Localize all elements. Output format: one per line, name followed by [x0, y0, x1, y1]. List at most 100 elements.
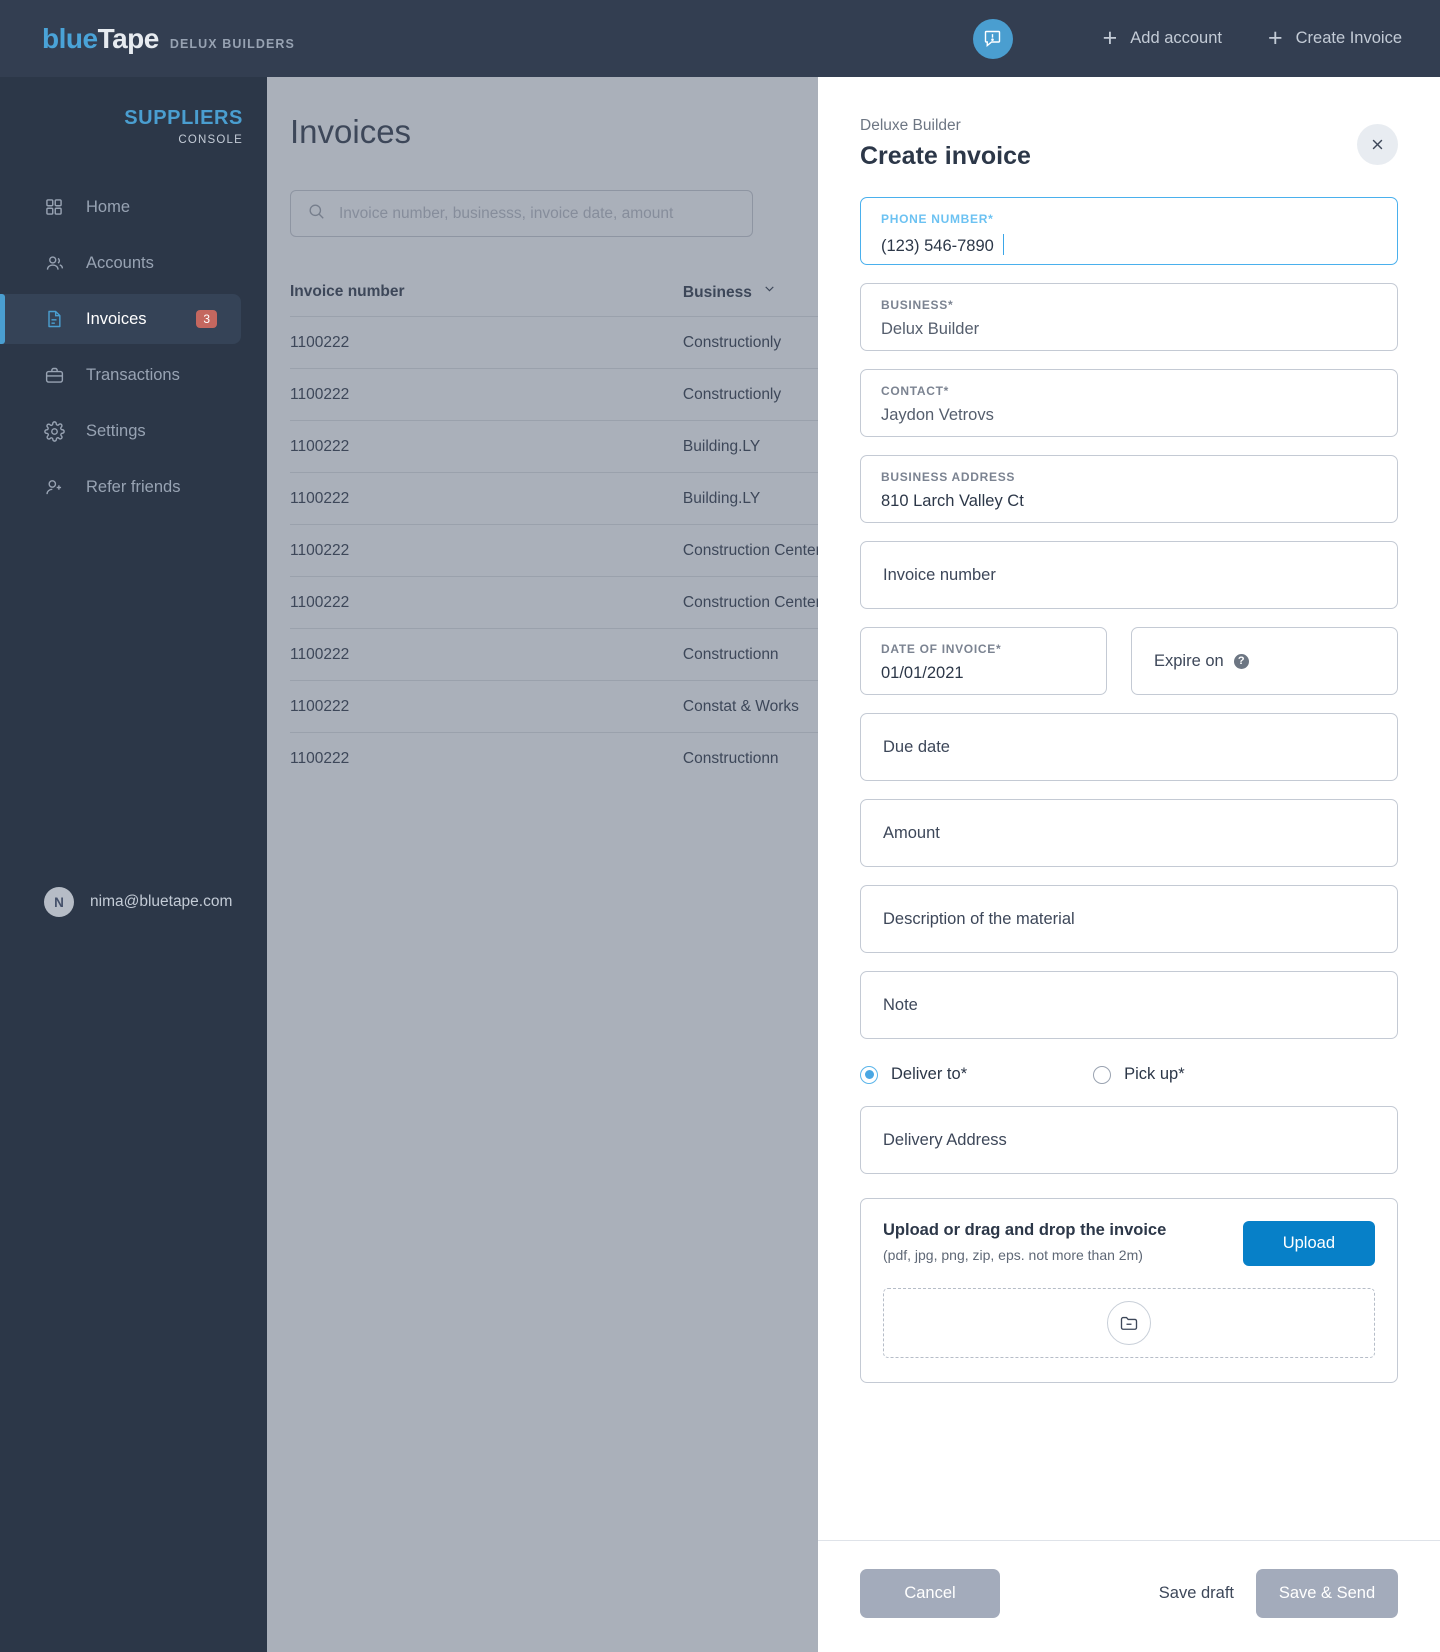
radio-label: Pick up* — [1124, 1065, 1185, 1083]
business-address-value: 810 Larch Valley Ct — [881, 492, 1024, 510]
user-plus-icon — [44, 476, 66, 498]
delivery-options: Deliver to* Pick up* — [860, 1065, 1398, 1084]
search-placeholder: Invoice number, businesss, invoice date,… — [339, 204, 674, 222]
column-invoice-number[interactable]: Invoice number — [290, 282, 448, 317]
invoice-number-field[interactable]: Invoice number — [860, 541, 1398, 609]
avatar: N — [44, 887, 74, 917]
amount-field[interactable]: Amount — [860, 799, 1398, 867]
briefcase-icon — [44, 364, 66, 386]
sidebar-nav: Home Accounts Invoices 3 Transactions Se… — [0, 182, 267, 512]
sidebar-item-label: Home — [86, 197, 131, 216]
upload-subtext: (pdf, jpg, png, zip, eps. not more than … — [883, 1247, 1143, 1263]
org-name: DELUX BUILDERS — [169, 36, 295, 51]
grid-icon — [44, 196, 66, 218]
description-placeholder: Description of the material — [883, 909, 1075, 928]
sidebar-item-label: Transactions — [86, 365, 180, 384]
search-icon — [307, 202, 326, 226]
drawer-eyebrow: Deluxe Builder — [860, 117, 961, 134]
contact-field[interactable]: CONTACT* Jaydon Vetrovs — [860, 369, 1398, 437]
upload-button[interactable]: Upload — [1242, 1221, 1375, 1266]
sidebar-title: SUPPLIERS — [124, 107, 243, 129]
create-invoice-drawer: Deluxe Builder Create invoice PHONE NUMB… — [818, 77, 1440, 1652]
bluetape-logo[interactable]: blueTape — [42, 23, 159, 55]
cell-invoice-number: 1100222 — [290, 368, 448, 421]
sidebar-item-label: Settings — [86, 421, 146, 440]
delivery-address-placeholder: Delivery Address — [883, 1130, 1007, 1149]
date-of-invoice-value: 01/01/2021 — [881, 664, 964, 682]
save-draft-button[interactable]: Save draft — [1137, 1584, 1256, 1603]
phone-number-field[interactable]: PHONE NUMBER* (123) 546-7890 — [860, 197, 1398, 265]
add-account-button[interactable]: + Add account — [1103, 26, 1222, 51]
radio-pick-up[interactable]: Pick up* — [1093, 1065, 1185, 1084]
upload-dropzone[interactable] — [883, 1288, 1375, 1358]
top-bar: blueTape DELUX BUILDERS + Add account + … — [0, 0, 1440, 77]
create-invoice-label: Create Invoice — [1295, 29, 1402, 47]
expire-on-field[interactable]: Expire on ? — [1131, 627, 1398, 695]
add-account-label: Add account — [1130, 29, 1222, 47]
question-mark-icon[interactable]: ? — [1233, 653, 1249, 669]
business-field[interactable]: BUSINESS* Delux Builder — [860, 283, 1398, 351]
drawer-footer: Cancel Save draft Save & Send — [818, 1540, 1440, 1652]
due-date-placeholder: Due date — [883, 737, 950, 756]
chat-alert-icon[interactable] — [972, 18, 1013, 59]
date-row: DATE OF INVOICE* 01/01/2021 Expire on ? — [860, 609, 1398, 695]
sidebar-item-label: Refer friends — [86, 477, 181, 496]
sidebar: SUPPLIERS CONSOLE Home Accounts Invoices… — [0, 77, 267, 1652]
sidebar-item-accounts[interactable]: Accounts — [0, 238, 241, 288]
sidebar-item-transactions[interactable]: Transactions — [0, 350, 241, 400]
business-address-field[interactable]: BUSINESS ADDRESS 810 Larch Valley Ct — [860, 455, 1398, 523]
phone-number-value: (123) 546-7890 — [881, 234, 1377, 256]
save-and-send-button[interactable]: Save & Send — [1256, 1569, 1398, 1618]
sidebar-item-label: Invoices — [86, 309, 147, 328]
search-input[interactable]: Invoice number, businesss, invoice date,… — [290, 190, 753, 237]
business-label: BUSINESS* — [881, 298, 954, 312]
radio-deliver-to[interactable]: Deliver to* — [860, 1065, 967, 1084]
users-icon — [44, 252, 66, 274]
contact-label: CONTACT* — [881, 384, 950, 398]
radio-label: Deliver to* — [891, 1065, 968, 1083]
invoices-badge: 3 — [196, 310, 217, 328]
date-of-invoice-label: DATE OF INVOICE* — [881, 642, 1002, 656]
delivery-address-field[interactable]: Delivery Address — [860, 1106, 1398, 1174]
cancel-button[interactable]: Cancel — [860, 1569, 1000, 1618]
business-address-label: BUSINESS ADDRESS — [881, 470, 1016, 484]
due-date-field[interactable]: Due date — [860, 713, 1398, 781]
text-caret — [1002, 234, 1005, 255]
drawer-body: Deluxe Builder Create invoice PHONE NUMB… — [818, 77, 1440, 1540]
close-icon[interactable] — [1357, 124, 1398, 165]
top-bar-actions: + Add account + Create Invoice — [972, 18, 1402, 59]
amount-placeholder: Amount — [883, 823, 940, 842]
cell-invoice-number: 1100222 — [290, 472, 448, 525]
radio-indicator — [1093, 1065, 1112, 1084]
sidebar-user[interactable]: N nima@bluetape.com — [44, 887, 232, 917]
sidebar-item-refer-friends[interactable]: Refer friends — [0, 462, 241, 512]
cell-invoice-number: 1100222 — [290, 316, 448, 369]
gear-icon — [44, 420, 66, 442]
logo-suffix: Tape — [97, 22, 160, 54]
logo-prefix: blue — [42, 22, 98, 54]
plus-icon: + — [1102, 24, 1118, 52]
chevron-down-icon — [763, 282, 776, 300]
cell-invoice-number: 1100222 — [290, 680, 448, 733]
folder-icon — [1107, 1301, 1151, 1345]
date-of-invoice-field[interactable]: DATE OF INVOICE* 01/01/2021 — [860, 627, 1107, 695]
note-field[interactable]: Note — [860, 971, 1398, 1039]
upload-header: Upload or drag and drop the invoice (pdf… — [883, 1221, 1375, 1266]
brand[interactable]: blueTape DELUX BUILDERS — [42, 23, 295, 55]
note-placeholder: Note — [883, 995, 918, 1014]
description-field[interactable]: Description of the material — [860, 885, 1398, 953]
create-invoice-button[interactable]: + Create Invoice — [1268, 26, 1402, 51]
sidebar-item-label: Accounts — [86, 253, 154, 272]
sidebar-item-home[interactable]: Home — [0, 182, 241, 232]
sidebar-item-invoices[interactable]: Invoices 3 — [0, 294, 241, 344]
drawer-title: Create invoice — [860, 142, 1031, 170]
sidebar-title-block: SUPPLIERS CONSOLE — [0, 107, 267, 146]
phone-number-label: PHONE NUMBER* — [881, 212, 994, 226]
expire-on-placeholder: Expire on — [1154, 651, 1224, 670]
cell-invoice-number: 1100222 — [290, 576, 448, 629]
contact-value: Jaydon Vetrovs — [881, 406, 994, 424]
plus-icon: + — [1268, 24, 1283, 52]
sidebar-item-settings[interactable]: Settings — [0, 406, 241, 456]
cell-invoice-number: 1100222 — [290, 628, 448, 681]
cell-invoice-number: 1100222 — [290, 524, 448, 577]
